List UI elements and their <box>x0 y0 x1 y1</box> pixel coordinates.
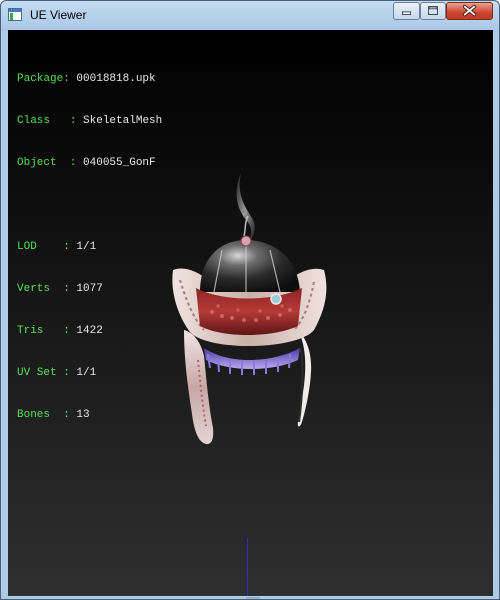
z-axis-gizmo <box>247 538 248 596</box>
render-viewport[interactable]: Package: 00018818.upk Class : SkeletalMe… <box>8 30 493 596</box>
minimize-button[interactable] <box>393 2 420 20</box>
minimize-icon <box>402 11 411 15</box>
window-title: UE Viewer <box>30 8 87 22</box>
maximize-button[interactable] <box>420 2 446 20</box>
helmet-mesh-render <box>172 173 327 445</box>
close-icon <box>462 4 477 17</box>
app-window-icon[interactable] <box>8 8 22 21</box>
close-button[interactable] <box>446 2 493 20</box>
title-bar[interactable]: UE Viewer <box>1 1 499 31</box>
app-window: UE Viewer Package: 00018818.upk Class : … <box>0 0 500 600</box>
maximize-icon <box>428 6 438 15</box>
resize-grip[interactable] <box>246 597 260 599</box>
